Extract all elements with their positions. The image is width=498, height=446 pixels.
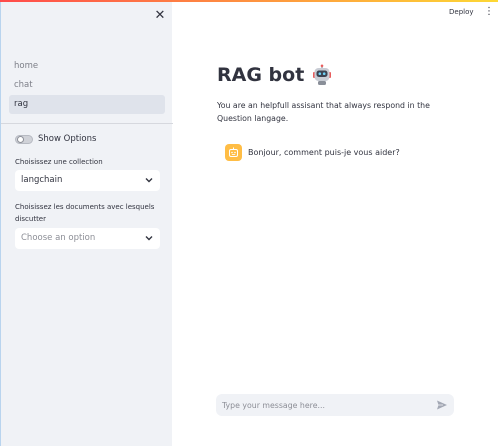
toggle-switch[interactable] <box>15 134 33 144</box>
robot-icon <box>313 64 332 85</box>
sidebar-nav: home chat rag <box>9 57 165 114</box>
show-options-toggle[interactable]: Show Options <box>15 134 96 144</box>
close-sidebar-button[interactable]: ✕ <box>152 8 168 24</box>
sidebar-item-home[interactable]: home <box>9 57 165 76</box>
deploy-button[interactable]: Deploy <box>449 8 474 16</box>
page-description: You are an helpfull assisant that always… <box>217 101 430 123</box>
message-text: Bonjour, comment puis-je vous aider? <box>248 148 400 157</box>
toggle-label: Show Options <box>38 134 97 144</box>
page-title: RAG bot <box>217 64 305 86</box>
chat-input[interactable] <box>216 394 426 416</box>
main-menu-icon[interactable]: ⋮ <box>484 6 494 17</box>
sidebar-divider <box>1 123 173 124</box>
documents-label: Choisissez les documents avec lesquels d… <box>15 203 155 223</box>
documents-select[interactable]: Choose an option <box>15 228 160 249</box>
bot-avatar-icon <box>225 144 242 161</box>
collection-select[interactable]: langchain <box>15 170 160 191</box>
sidebar-item-rag[interactable]: rag <box>9 95 165 114</box>
sidebar: ✕ home chat rag Show Options Choisissez … <box>0 2 173 446</box>
documents-select-placeholder: Choose an option <box>21 233 96 243</box>
sidebar-item-chat[interactable]: chat <box>9 76 165 95</box>
collection-label: Choisissez une collection <box>15 158 103 166</box>
chevron-down-icon <box>145 170 153 199</box>
collection-select-value: langchain <box>21 175 63 185</box>
assistant-message: Bonjour, comment puis-je vous aider? <box>225 144 400 161</box>
page-title-row: RAG bot <box>217 64 333 86</box>
chevron-down-icon <box>145 228 153 257</box>
chat-input-container <box>216 394 454 416</box>
send-icon[interactable] <box>436 399 448 411</box>
